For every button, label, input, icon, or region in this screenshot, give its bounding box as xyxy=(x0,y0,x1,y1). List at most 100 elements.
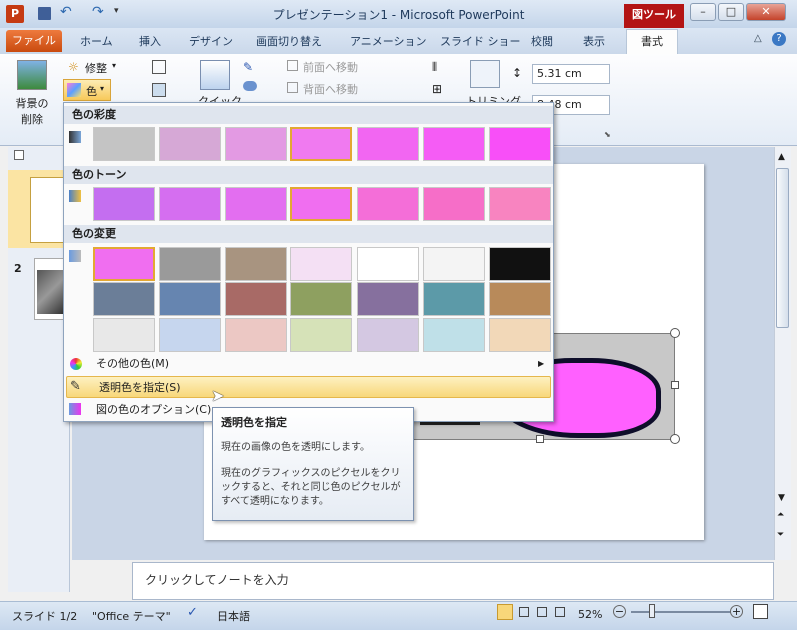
swatch-recolor-washout[interactable] xyxy=(290,247,352,281)
swatch-recolor-dark-2[interactable] xyxy=(159,282,221,316)
slideshow-view-icon[interactable] xyxy=(555,607,565,617)
swatch-recolor-light-2[interactable] xyxy=(159,318,221,352)
picture-border-icon[interactable]: ✎ xyxy=(243,60,253,74)
swatch-tone-2[interactable] xyxy=(159,187,221,221)
size-dialog-launcher-icon[interactable]: ⬊ xyxy=(604,130,611,139)
tooltip-line-2: 現在のグラフィックスのピクセルをクリックすると、それと同じ色のピクセルがすべて透… xyxy=(221,468,401,507)
corrections-icon[interactable]: ☼ xyxy=(68,60,79,74)
tab-file[interactable]: ファイル xyxy=(6,30,62,52)
remove-background-button[interactable]: 背景の 削除 xyxy=(12,95,52,127)
set-transparent-color-menu-item[interactable]: 透明色を指定(S) xyxy=(66,376,551,398)
send-backward-icon[interactable] xyxy=(287,82,298,93)
bring-forward-icon[interactable] xyxy=(287,60,298,71)
swatch-saturation-2[interactable] xyxy=(159,127,221,161)
context-tab-picture-tools: 図ツール xyxy=(624,4,684,28)
fit-to-window-icon[interactable] xyxy=(753,604,768,619)
swatch-recolor-sepia[interactable] xyxy=(225,247,287,281)
color-icon xyxy=(67,83,81,97)
resize-handle-r[interactable] xyxy=(671,381,679,389)
resize-handle-b[interactable] xyxy=(536,435,544,443)
swatch-recolor-dark-3[interactable] xyxy=(225,282,287,316)
corrections-dropdown-icon[interactable]: ▾ xyxy=(112,61,116,70)
help-icon[interactable]: ? xyxy=(772,32,786,46)
zoom-level[interactable]: 52% xyxy=(578,608,602,621)
zoom-in-icon[interactable]: + xyxy=(730,605,743,618)
zoom-out-icon[interactable]: − xyxy=(613,605,626,618)
compress-pictures-icon[interactable] xyxy=(152,60,166,74)
swatch-recolor-bw-50[interactable] xyxy=(423,247,485,281)
scroll-thumb[interactable] xyxy=(776,168,789,328)
maximize-button[interactable]: □ xyxy=(718,3,744,21)
tab-transitions[interactable]: 画面切り替え xyxy=(256,32,322,52)
swatch-tone-5[interactable] xyxy=(357,187,419,221)
swatch-recolor-none[interactable] xyxy=(93,247,155,281)
tab-review[interactable]: 校閲 xyxy=(531,32,553,52)
slide-2-number: 2 xyxy=(14,262,22,275)
reading-view-icon[interactable] xyxy=(537,607,547,617)
tab-animations[interactable]: アニメーション xyxy=(350,32,427,52)
recolor-side-icon xyxy=(69,250,81,262)
resize-handle-tr[interactable] xyxy=(670,328,680,338)
swatch-saturation-7[interactable] xyxy=(489,127,551,161)
minimize-button[interactable]: – xyxy=(690,3,716,21)
swatch-recolor-dark-5[interactable] xyxy=(357,282,419,316)
spellcheck-icon[interactable]: ✓ xyxy=(187,605,198,620)
swatch-recolor-dark-4[interactable] xyxy=(290,282,352,316)
normal-view-icon[interactable] xyxy=(497,604,513,620)
group-icon[interactable]: ⊞ xyxy=(432,82,442,96)
swatch-saturation-4[interactable] xyxy=(290,127,352,161)
send-backward-button[interactable]: 背面へ移動 xyxy=(303,81,358,97)
swatch-recolor-dark-1[interactable] xyxy=(93,282,155,316)
swatch-recolor-light-7[interactable] xyxy=(489,318,551,352)
minimize-ribbon-icon[interactable]: △ xyxy=(754,33,762,44)
tab-view[interactable]: 表示 xyxy=(583,32,605,52)
swatch-recolor-bw-75[interactable] xyxy=(489,247,551,281)
change-picture-icon[interactable] xyxy=(152,83,166,97)
swatch-recolor-dark-6[interactable] xyxy=(423,282,485,316)
tab-slideshow[interactable]: スライド ショー xyxy=(440,32,521,52)
scroll-up-icon[interactable]: ▲ xyxy=(778,152,785,162)
swatch-recolor-light-3[interactable] xyxy=(225,318,287,352)
swatch-tone-1[interactable] xyxy=(93,187,155,221)
picture-effects-icon[interactable] xyxy=(243,81,257,91)
crop-icon[interactable] xyxy=(470,60,500,88)
swatch-recolor-light-5[interactable] xyxy=(357,318,419,352)
slide-sorter-icon[interactable] xyxy=(519,607,529,617)
corrections-button[interactable]: 修整 xyxy=(85,60,107,76)
swatch-recolor-light-1[interactable] xyxy=(93,318,155,352)
swatch-tone-3[interactable] xyxy=(225,187,287,221)
swatch-saturation-3[interactable] xyxy=(225,127,287,161)
swatch-recolor-light-4[interactable] xyxy=(290,318,352,352)
color-label: 色 xyxy=(86,85,97,98)
notes-placeholder: クリックしてノートを入力 xyxy=(145,573,289,587)
swatch-recolor-light-6[interactable] xyxy=(423,318,485,352)
swatch-saturation-5[interactable] xyxy=(357,127,419,161)
swatch-saturation-6[interactable] xyxy=(423,127,485,161)
tab-format[interactable]: 書式 xyxy=(626,29,678,56)
scroll-down-icon[interactable]: ▼ xyxy=(778,493,785,503)
swatch-recolor-dark-7[interactable] xyxy=(489,282,551,316)
slides-tab-icon[interactable] xyxy=(14,150,24,160)
height-field[interactable]: 5.31 cm xyxy=(532,64,610,84)
close-button[interactable]: ✕ xyxy=(746,3,786,21)
align-icon[interactable]: ⫴ xyxy=(432,60,437,75)
swatch-saturation-1[interactable] xyxy=(93,127,155,161)
tab-insert[interactable]: 挿入 xyxy=(139,32,161,52)
tab-home[interactable]: ホーム xyxy=(80,32,113,52)
swatch-tone-7[interactable] xyxy=(489,187,551,221)
next-slide-icon[interactable]: ⏷ xyxy=(777,530,784,540)
remove-background-icon[interactable] xyxy=(17,60,47,90)
tab-design[interactable]: デザイン xyxy=(189,32,233,52)
resize-handle-br[interactable] xyxy=(670,434,680,444)
swatch-tone-6[interactable] xyxy=(423,187,485,221)
quick-styles-icon[interactable] xyxy=(200,60,230,90)
swatch-tone-4[interactable] xyxy=(290,187,352,221)
slide-1-page xyxy=(30,177,66,243)
swatch-recolor-bw-25[interactable] xyxy=(357,247,419,281)
bring-forward-button[interactable]: 前面へ移動 xyxy=(303,59,358,75)
swatch-recolor-grayscale[interactable] xyxy=(159,247,221,281)
prev-slide-icon[interactable]: ⏶ xyxy=(777,510,784,520)
zoom-slider-thumb[interactable] xyxy=(649,604,655,618)
zoom-slider-track[interactable] xyxy=(631,611,731,613)
more-colors-menu-item[interactable]: その他の色(M) xyxy=(64,353,553,375)
